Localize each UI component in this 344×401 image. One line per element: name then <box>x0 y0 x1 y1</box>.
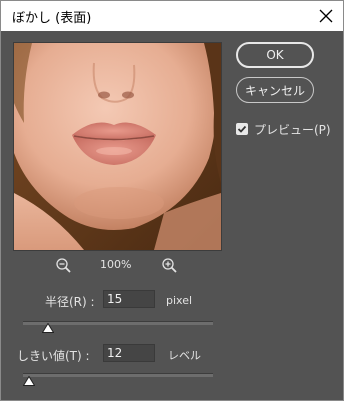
zoom-out-icon[interactable] <box>55 257 73 275</box>
threshold-input[interactable]: 12 <box>103 344 155 362</box>
threshold-slider-track[interactable] <box>23 373 213 377</box>
close-button[interactable] <box>315 5 337 27</box>
cancel-button[interactable]: キャンセル <box>236 77 314 103</box>
face-preview-picture <box>14 43 221 250</box>
zoom-controls: 100% <box>51 257 191 275</box>
dialog-content: 100% OK キャンセル プレビュー(P) 半径(R) : 15 pixel <box>1 31 343 400</box>
zoom-in-icon[interactable] <box>161 257 179 275</box>
check-icon <box>237 125 247 133</box>
checkbox-box[interactable] <box>236 123 248 135</box>
dialog-title: ぼかし (表面) <box>12 11 92 26</box>
preview-image[interactable] <box>13 42 222 251</box>
close-icon <box>319 9 333 23</box>
threshold-unit: レベル <box>168 349 201 362</box>
radius-label: 半径(R) : <box>45 295 95 309</box>
threshold-label: しきい値(T) : <box>17 349 90 363</box>
ok-button[interactable]: OK <box>236 42 314 68</box>
threshold-slider-thumb[interactable] <box>22 376 35 386</box>
radius-unit: pixel <box>166 294 193 307</box>
blur-dialog: ぼかし (表面) 100% OK キャンセル プレビュー(P) 半径(R): … <box>0 0 344 401</box>
preview-label: プレビュー(P) <box>254 122 331 137</box>
preview-checkbox[interactable]: プレビュー(P) <box>236 121 331 137</box>
radius-slider-thumb[interactable] <box>41 323 54 333</box>
zoom-level-text: 100% <box>100 258 132 271</box>
radius-input[interactable]: 15 <box>103 290 155 308</box>
title-bar: ぼかし (表面) <box>1 1 343 31</box>
